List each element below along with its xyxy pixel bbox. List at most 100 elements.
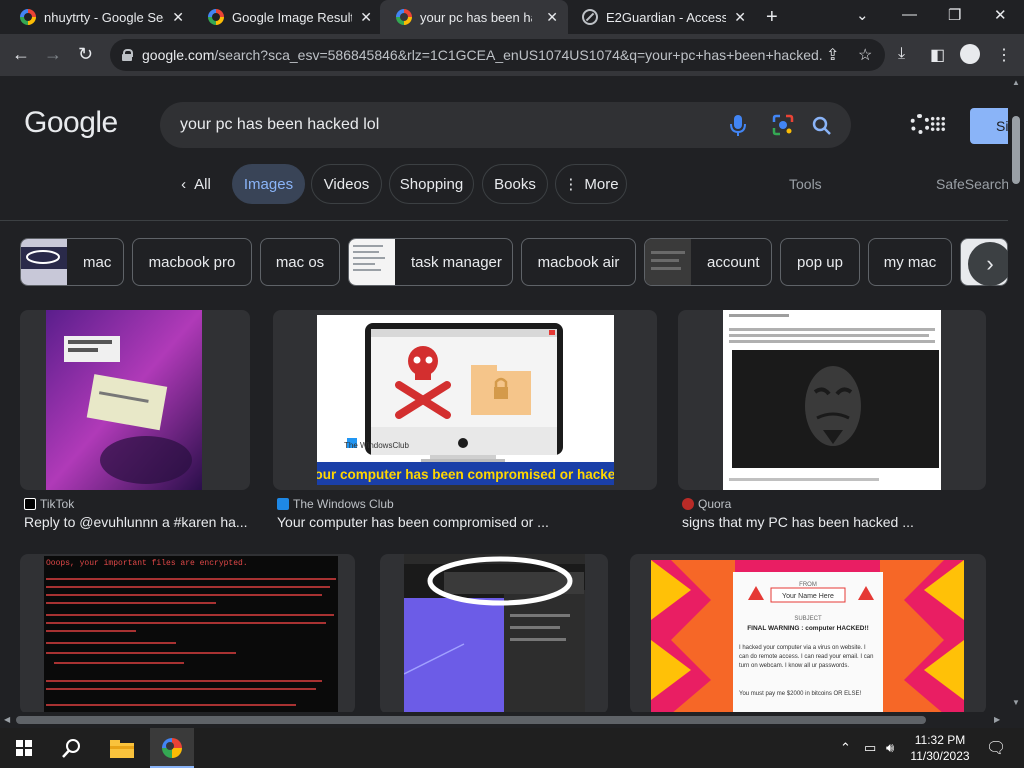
email-subject-text: FINAL WARNING : computer HACKED!! bbox=[747, 625, 869, 632]
image-frame bbox=[380, 554, 608, 712]
suggestion-chip-task-manager[interactable]: task manager bbox=[348, 238, 513, 286]
address-bar[interactable]: google.com/search?sca_esv=586845846&rlz=… bbox=[110, 39, 885, 71]
minimize-button[interactable]: — bbox=[902, 6, 917, 23]
tab-your-pc-hacked[interactable]: your pc has been hack ✕ bbox=[380, 0, 568, 34]
svg-text:Ooops, your important files ar: Ooops, your important files are encrypte… bbox=[46, 559, 248, 568]
close-icon[interactable]: ✕ bbox=[546, 9, 558, 26]
image-result-windows-club[interactable]: The WindowsClub Your computer has been c… bbox=[273, 310, 657, 530]
close-window-button[interactable]: ✕ bbox=[994, 6, 1007, 24]
file-explorer-icon[interactable] bbox=[110, 738, 134, 758]
result-caption[interactable]: Your computer has been compromised or ..… bbox=[277, 514, 549, 530]
suggestion-chip-pop-up[interactable]: pop up bbox=[780, 238, 860, 286]
search-input[interactable]: your pc has been hacked lol bbox=[160, 102, 851, 148]
result-image[interactable] bbox=[404, 554, 585, 712]
tools-button[interactable]: Tools bbox=[789, 176, 822, 192]
result-image[interactable]: Ooops, your important files are encrypte… bbox=[44, 556, 338, 712]
image-result-ransom-note[interactable]: Ooops, your important files are encrypte… bbox=[20, 554, 355, 712]
result-image[interactable]: The WindowsClub Your computer has been c… bbox=[317, 315, 614, 485]
result-source: TikTok bbox=[24, 497, 74, 511]
scroll-down-arrow-icon[interactable]: ▼ bbox=[1012, 698, 1020, 707]
result-caption[interactable]: signs that my PC has been hacked ... bbox=[682, 514, 914, 530]
new-tab-button[interactable]: + bbox=[766, 6, 778, 29]
tab-e2guardian[interactable]: E2Guardian - Access D ✕ bbox=[566, 0, 756, 34]
download-icon[interactable]: ⤓ bbox=[898, 45, 905, 63]
tiktok-icon bbox=[24, 498, 36, 510]
chevron-up-icon[interactable]: ⌃ bbox=[840, 740, 851, 756]
tab-books[interactable]: Books bbox=[482, 164, 548, 204]
settings-gear-icon[interactable] bbox=[910, 114, 930, 134]
scroll-up-arrow-icon[interactable]: ▲ bbox=[1012, 78, 1020, 87]
horizontal-scroll-thumb[interactable] bbox=[16, 716, 926, 724]
google-apps-icon[interactable] bbox=[930, 116, 946, 132]
windows-start-icon[interactable] bbox=[16, 740, 32, 756]
tab-nhuytrty[interactable]: nhuytrty - Google Sear ✕ bbox=[4, 0, 194, 34]
search-filter-bar: ‹ All Images Videos Shopping Books ⋮ Mor… bbox=[0, 164, 1008, 206]
scroll-left-arrow-icon[interactable]: ◀ bbox=[4, 715, 10, 724]
microphone-icon[interactable] bbox=[730, 115, 746, 137]
bookmark-star-icon[interactable]: ☆ bbox=[858, 45, 872, 65]
suggestion-chip-macbook-air[interactable]: macbook air bbox=[521, 238, 636, 286]
tab-images[interactable]: Images bbox=[232, 164, 305, 204]
result-image[interactable] bbox=[46, 310, 202, 490]
back-arrow-icon[interactable]: ← bbox=[12, 44, 30, 65]
result-image[interactable] bbox=[723, 310, 941, 490]
tab-videos[interactable]: Videos bbox=[311, 164, 382, 204]
result-caption[interactable]: Reply to @evuhlunnn a #karen ha... bbox=[24, 514, 248, 530]
vertical-scrollbar[interactable]: ▲ ▼ bbox=[1008, 76, 1024, 712]
close-icon[interactable]: ✕ bbox=[734, 9, 746, 26]
suggestion-chip-mac-os[interactable]: mac os bbox=[260, 238, 340, 286]
result-source: The Windows Club bbox=[277, 497, 394, 511]
search-query: your pc has been hacked lol bbox=[180, 116, 380, 133]
suggestion-chip-mac[interactable]: mac bbox=[20, 238, 124, 286]
chip-thumbnail bbox=[349, 239, 395, 285]
blocked-icon bbox=[582, 9, 598, 25]
image-result-tiktok[interactable]: TikTok Reply to @evuhlunnn a #karen ha..… bbox=[20, 310, 250, 530]
forward-arrow-icon[interactable]: → bbox=[44, 44, 62, 65]
google-icon bbox=[208, 9, 224, 25]
google-logo[interactable]: Google bbox=[24, 106, 118, 140]
suggestion-chip-my-mac[interactable]: my mac bbox=[868, 238, 952, 286]
tab-search-button[interactable]: ⌄ bbox=[856, 6, 869, 24]
share-icon[interactable]: ⇪ bbox=[826, 45, 839, 65]
camera-lens-icon[interactable] bbox=[772, 114, 794, 136]
address-url[interactable]: google.com/search?sca_esv=586845846&rlz=… bbox=[142, 47, 822, 63]
close-icon[interactable]: ✕ bbox=[360, 9, 372, 26]
tab-all[interactable]: ‹ All bbox=[166, 164, 226, 204]
tab-shopping[interactable]: Shopping bbox=[389, 164, 474, 204]
tab-google-image-result[interactable]: Google Image Result ✕ bbox=[192, 0, 382, 34]
windowsclub-logo-text: The WindowsClub bbox=[344, 441, 409, 450]
notifications-icon[interactable]: 🗨︎ bbox=[986, 738, 1006, 758]
tab-strip: nhuytrty - Google Sear ✕ Google Image Re… bbox=[0, 0, 1024, 34]
email-subject-label: SUBJECT bbox=[794, 616, 822, 622]
tab-more[interactable]: ⋮ More bbox=[555, 164, 627, 204]
chevron-right-icon[interactable]: › bbox=[968, 242, 1008, 286]
search-icon[interactable] bbox=[812, 116, 832, 136]
scroll-right-arrow-icon[interactable]: ▶ bbox=[994, 715, 1000, 724]
image-result-quora[interactable]: Quora signs that my PC has been hacked .… bbox=[678, 310, 986, 530]
suggestion-chip-macbook-pro[interactable]: macbook pro bbox=[132, 238, 252, 286]
image-result-gmail-alert[interactable] bbox=[380, 554, 608, 712]
restore-button[interactable]: ❐ bbox=[948, 6, 961, 24]
lock-icon[interactable] bbox=[122, 49, 133, 61]
image-frame bbox=[20, 310, 250, 490]
side-panel-icon[interactable]: ◧ bbox=[930, 45, 945, 65]
tab-title: nhuytrty - Google Sear bbox=[44, 9, 164, 25]
image-frame: Ooops, your important files are encrypte… bbox=[20, 554, 355, 712]
menu-kebab-icon[interactable]: ⋮ bbox=[996, 45, 1012, 65]
close-icon[interactable]: ✕ bbox=[172, 9, 184, 26]
taskbar-clock[interactable]: 11:32 PM 11/30/2023 bbox=[908, 732, 972, 764]
profile-avatar[interactable] bbox=[960, 44, 980, 64]
reload-icon[interactable]: ↻ bbox=[78, 44, 93, 65]
sign-in-button[interactable]: Si bbox=[970, 108, 1008, 144]
result-image[interactable]: FROM Your Name Here SUBJECT FINAL WARNIN… bbox=[651, 560, 964, 712]
safesearch-button[interactable]: SafeSearch bbox=[936, 176, 1008, 192]
image-result-email-warning[interactable]: FROM Your Name Here SUBJECT FINAL WARNIN… bbox=[630, 554, 986, 712]
horizontal-scrollbar[interactable]: ◀ ▶ bbox=[0, 712, 1008, 728]
chrome-taskbar-button[interactable] bbox=[150, 728, 194, 768]
volume-icon[interactable]: 🔊︎ bbox=[886, 740, 894, 756]
suggestion-chip-account[interactable]: account bbox=[644, 238, 772, 286]
tab-title: Google Image Result bbox=[232, 9, 352, 25]
vertical-scroll-thumb[interactable] bbox=[1012, 116, 1020, 184]
search-icon[interactable] bbox=[62, 738, 82, 758]
network-icon[interactable]: ▭ bbox=[864, 740, 876, 756]
